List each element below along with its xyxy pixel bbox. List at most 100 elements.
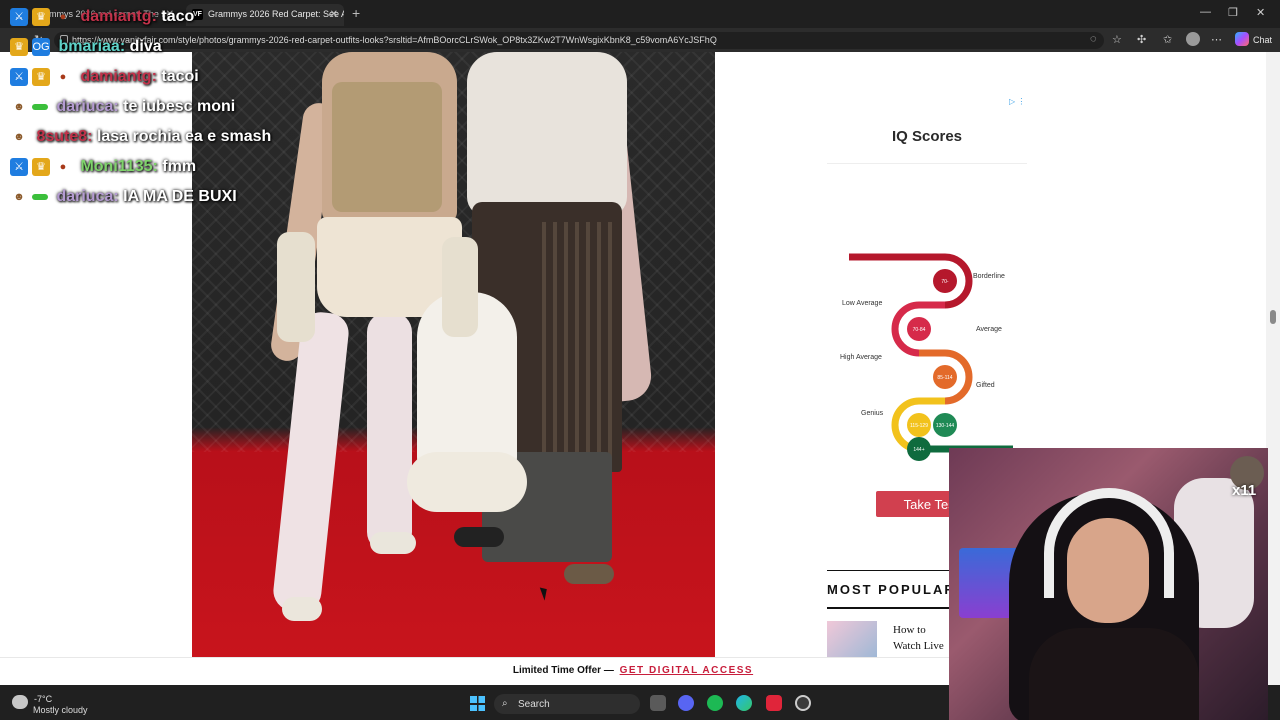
window-close-icon[interactable]: ✕ [1256,6,1265,19]
cat-icon: ☻ [13,131,25,143]
iq-label-borderline: Borderline [973,273,1005,280]
discord-icon[interactable] [678,695,694,711]
crown-icon: ♛ [32,8,50,26]
green-badge-icon [32,104,48,110]
crown-icon: ♛ [32,158,50,176]
chat-message: ⚔ ♛ ● damiantg: tacoi [10,68,340,98]
iq-scores-ad[interactable]: ▷ ⋮ IQ Scores 70- 70-84 85-114 115-129 1… [827,95,1027,475]
more-menu-icon[interactable]: ⋯ [1211,33,1222,46]
chat-message: ♛ OG bmariaa: diva [10,38,340,68]
get-digital-access-link[interactable]: GET DIGITAL ACCESS [620,665,754,676]
favorite-star-icon[interactable]: ☆ [1112,33,1122,46]
streamer-webcam: x11 [949,448,1268,720]
new-tab-button[interactable]: + [352,5,360,21]
iq-range-label: 144+ [913,447,924,453]
glove [277,232,315,342]
chat-text: te iubesc moni [123,98,236,115]
chat-username: bmariaa: [58,38,126,55]
restore-icon[interactable]: ❐ [1228,6,1238,19]
taskbar-search[interactable]: ⌕ Search [494,694,640,714]
chat-button-label[interactable]: Chat [1253,35,1272,45]
chat-username: 8sute8: [36,128,93,145]
chat-message: ☻ 8sute8: lasa rochia ea e smash [10,128,340,158]
task-view-icon[interactable] [650,695,666,711]
most-popular-heading: MOST POPULAR [827,582,956,597]
chat-username: damiantg: [80,68,157,85]
chat-username: Moni1135: [80,158,158,175]
chat-message: ☻ dariuca: IA MA DE BUXI [10,188,340,218]
page-scrollbar[interactable] [1266,52,1280,685]
spotify-icon[interactable] [707,695,723,711]
red-app-icon[interactable] [766,695,782,711]
stream-chat-overlay: ⚔ ♛ ● damiantg: taco ♛ OG bmariaa: diva ⚔ ♛ ●… [10,8,340,218]
iq-range-label: 70-84 [913,327,926,333]
mod-sword-icon: ⚔ [10,68,28,86]
chat-text: lasa rochia ea e smash [96,128,272,145]
ad-choices-icon[interactable]: ▷ ⋮ [1009,97,1025,106]
iq-label-average: Average [976,326,1002,333]
chat-text: IA MA DE BUXI [123,188,237,205]
chat-username: damiantg: [80,8,157,25]
chat-username: dariuca: [56,188,119,205]
article-link[interactable]: How to Watch Live [893,622,953,654]
chat-text: diva [129,38,162,55]
chat-message: ⚔ ♛ ● damiantg: taco [10,8,340,38]
cat-icon: ☻ [13,191,25,203]
chat-text: fmm [162,158,197,175]
extensions-icon[interactable]: ✣ [1137,33,1146,46]
mod-sword-icon: ⚔ [10,8,28,26]
search-label: Search [518,699,550,710]
shoe [370,532,416,554]
windows-taskbar: -7°C Mostly cloudy ⌕ Search [0,685,949,720]
windows-start-icon[interactable] [470,696,485,711]
bird-icon: ● [59,71,67,83]
figure-left-leg [367,312,412,552]
chat-message: ⚔ ♛ ● Moni1135: fmm [10,158,340,188]
iq-range-label: 115-129 [910,423,928,429]
ad-title: IQ Scores [891,128,963,145]
iq-label-high-average: High Average [840,354,882,361]
og-badge-icon: OG [32,38,50,56]
scrollbar-thumb[interactable] [1270,310,1276,324]
weather-temperature[interactable]: -7°C [34,694,52,704]
settings-icon[interactable] [795,695,811,711]
iq-label-genius: Genius [861,410,884,417]
chat-username: dariuca: [56,98,119,115]
shoe [282,597,322,621]
crown-icon: ♛ [10,38,28,56]
bird-icon: ● [59,161,67,173]
profile-avatar[interactable] [1186,32,1200,46]
chat-text: tacoi [161,68,199,85]
weather-condition[interactable]: Mostly cloudy [33,705,88,715]
iq-range-label: 70- [941,279,949,285]
iq-range-label: 85-114 [937,375,952,381]
iq-range-label: 130-144 [936,423,955,429]
edge-icon[interactable] [736,695,752,711]
cloud-icon[interactable] [12,695,28,709]
figure-left-camisole [332,82,442,212]
chat-message: ☻ dariuca: te iubesc moni [10,98,340,128]
collections-icon[interactable]: ✩ [1163,33,1172,46]
minimize-icon[interactable]: — [1200,6,1211,18]
reader-icon[interactable]: ◌ [1090,33,1097,45]
shoe [454,527,504,547]
ad-divider [827,163,1027,164]
mod-sword-icon: ⚔ [10,158,28,176]
fluffy-boots [407,452,527,512]
figure-right-shirt [467,52,627,217]
promo-text: Limited Time Offer — [512,665,614,676]
emote-multiplier: x11 [1232,482,1257,499]
pleated-panel [542,222,617,462]
glove [442,237,478,337]
iq-label-low-average: Low Average [842,300,883,307]
iq-label-gifted: Gifted [976,382,995,389]
streamer-body [1029,628,1199,720]
chat-text: taco [161,8,195,25]
shoe [564,564,614,584]
search-icon: ⌕ [502,698,508,709]
bird-icon: ● [59,11,67,23]
copilot-icon[interactable] [1235,32,1249,46]
crown-icon: ♛ [32,68,50,86]
article-thumbnail[interactable] [827,621,877,657]
cat-icon: ☻ [13,101,25,113]
